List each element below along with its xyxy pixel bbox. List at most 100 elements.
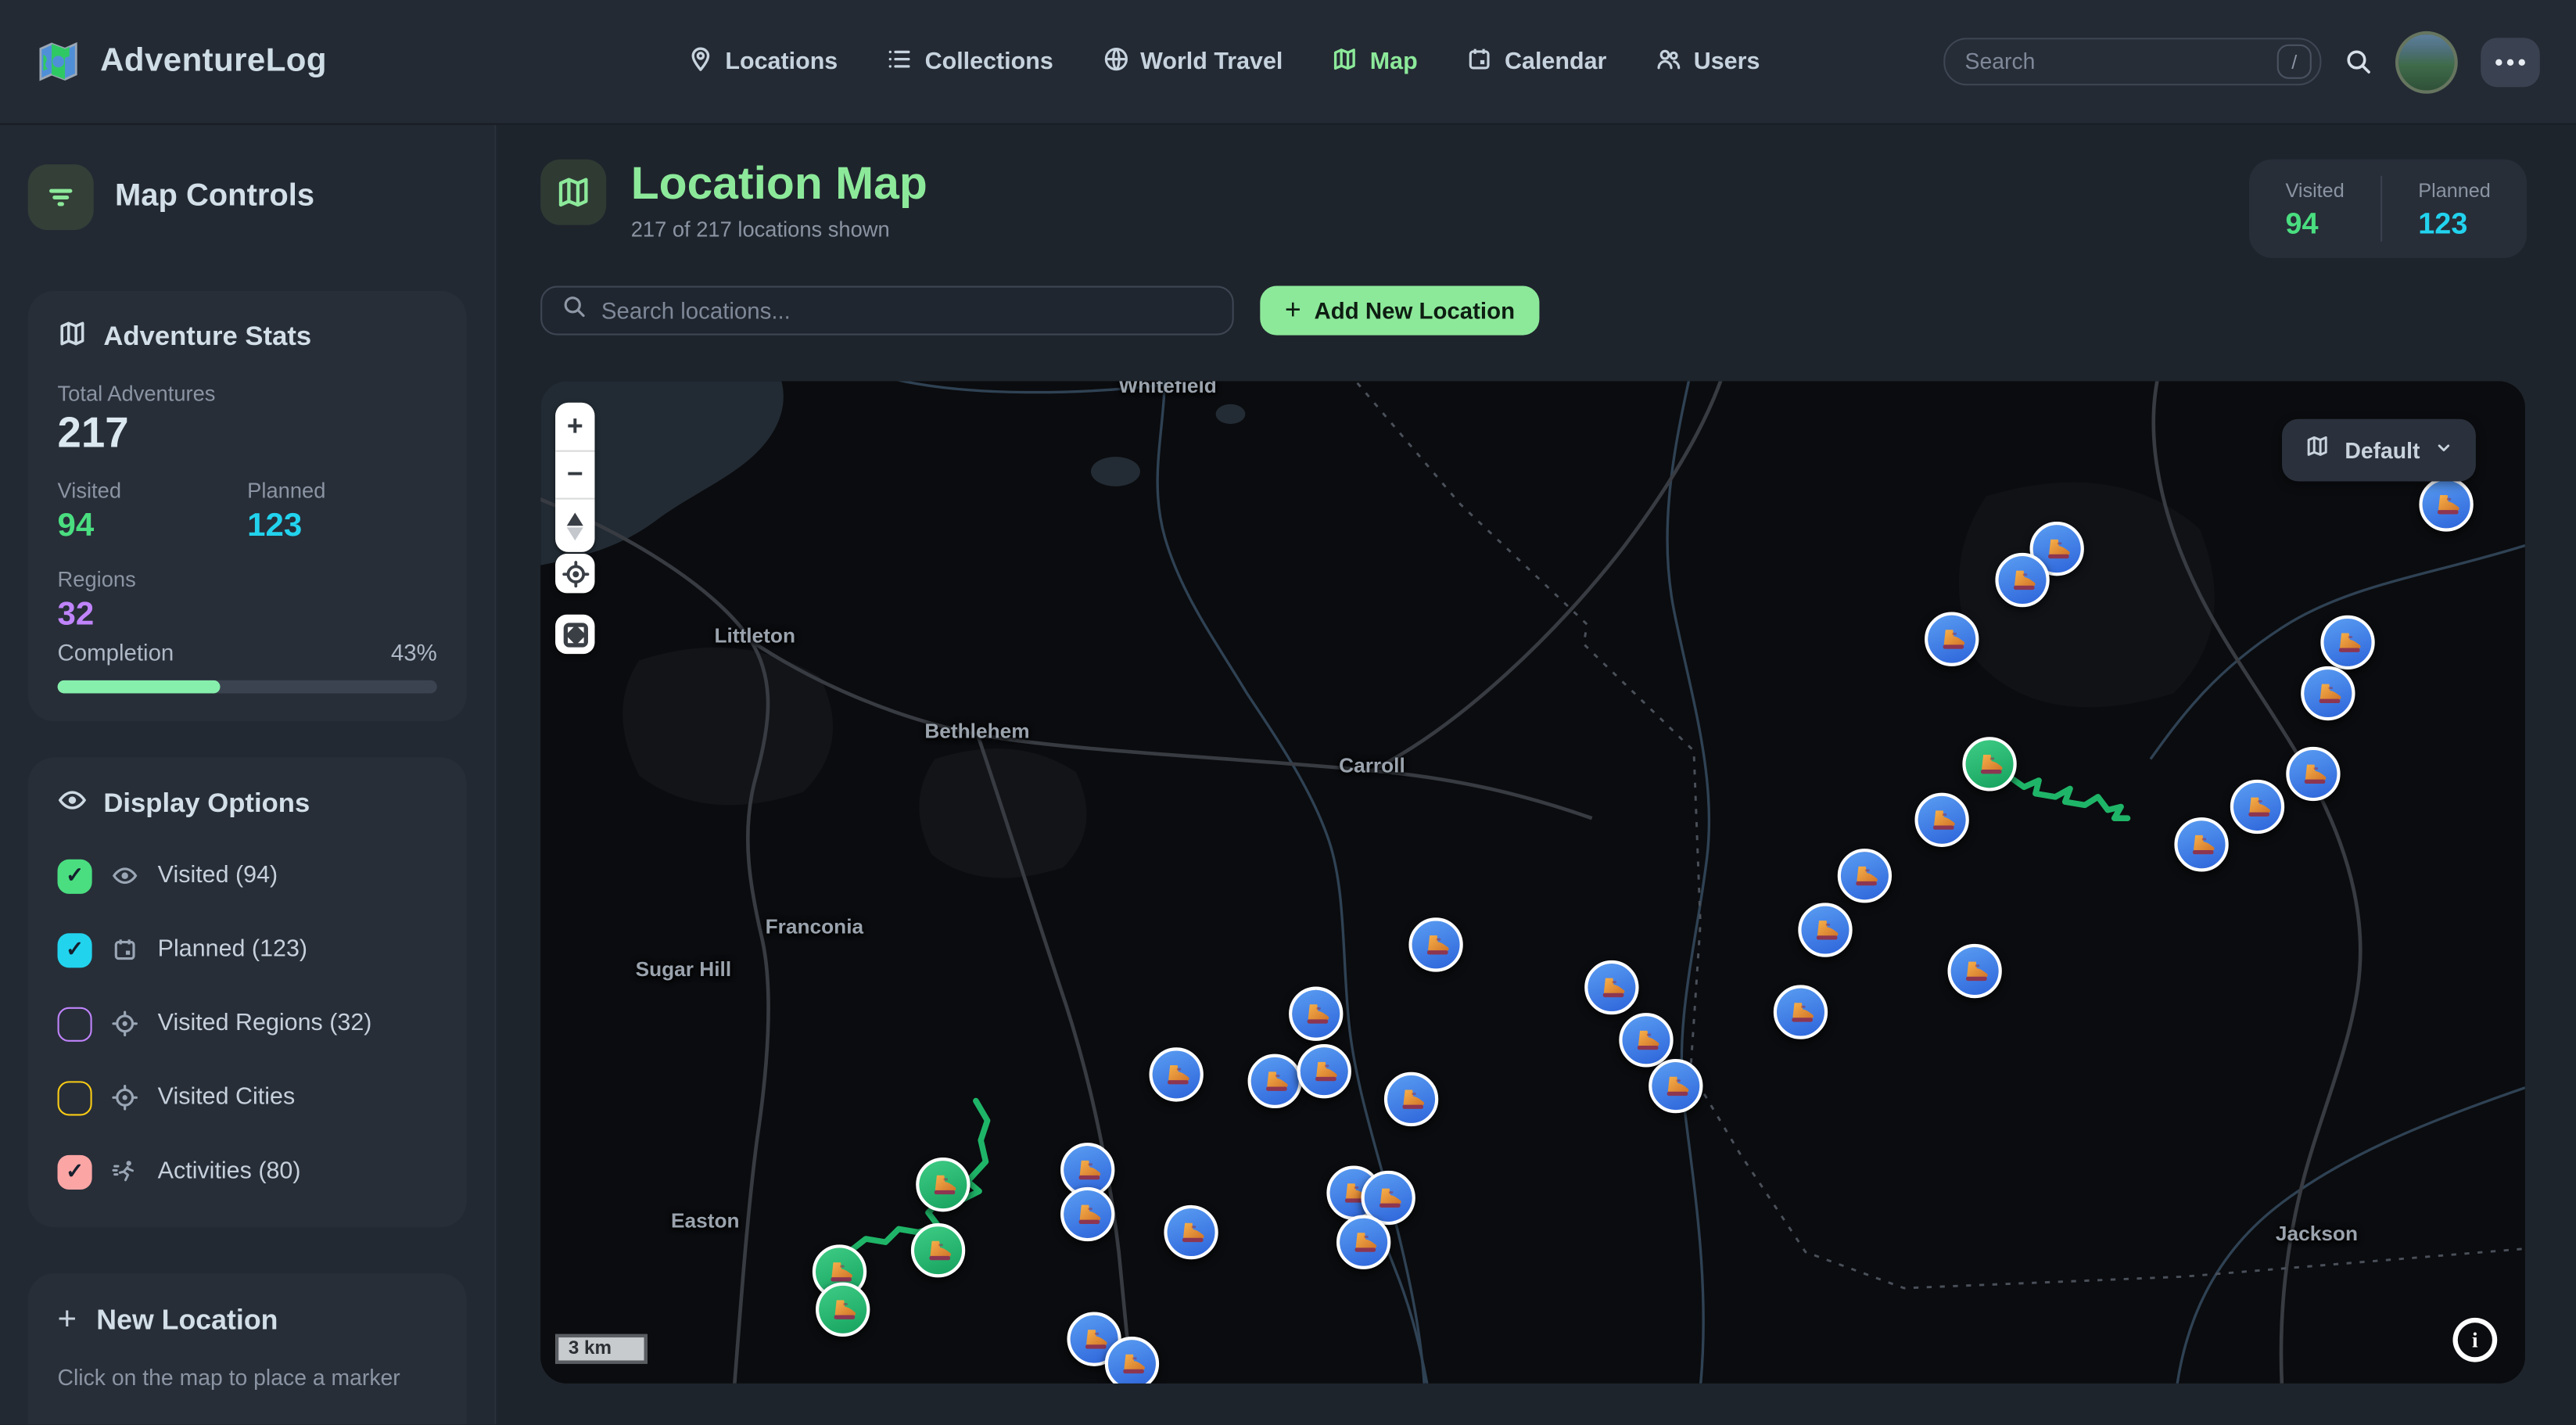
eye-icon: [112, 863, 138, 889]
map-marker-planned[interactable]: [1297, 1045, 1351, 1099]
search-placeholder: Search: [1965, 49, 2277, 74]
locate-me-button[interactable]: [555, 554, 594, 593]
map-marker-planned[interactable]: [2321, 616, 2375, 669]
map-attribution-button[interactable]: i: [2452, 1318, 2497, 1362]
option-visited-cities[interactable]: ✓ Visited Cities: [58, 1070, 437, 1125]
location-map[interactable]: WhitefieldLittletonBethlehemCarrollFranc…: [540, 381, 2525, 1383]
map-marker-planned[interactable]: [1290, 986, 1344, 1040]
fullscreen-button[interactable]: [555, 615, 594, 654]
hiking-boot-icon: [2243, 793, 2271, 821]
hiking-boot-icon: [1303, 1000, 1331, 1028]
map-marker-planned[interactable]: [1149, 1047, 1203, 1101]
map-marker-planned[interactable]: [1408, 917, 1462, 971]
map-marker-planned[interactable]: [2175, 817, 2229, 871]
map-marker-planned[interactable]: [1914, 793, 1968, 847]
map-marker-planned[interactable]: [1774, 985, 1828, 1039]
add-new-location-button[interactable]: + Add New Location: [1260, 286, 1539, 336]
nav-item-map[interactable]: Map: [1332, 45, 1417, 78]
map-marker-planned[interactable]: [2286, 747, 2340, 801]
sidebar-title: Map Controls: [115, 179, 314, 215]
locate-icon: [561, 559, 589, 587]
map-marker-planned[interactable]: [2302, 666, 2355, 720]
map-marker-planned[interactable]: [1797, 903, 1851, 957]
ellipsis-icon: [2495, 59, 2502, 65]
option-visited-regions[interactable]: ✓ Visited Regions (32): [58, 996, 437, 1051]
adventurelog-app: AdventureLog Locations Collections World…: [0, 0, 2576, 1424]
activity-icon: [112, 1158, 138, 1185]
map-marker-planned[interactable]: [1585, 960, 1639, 1014]
hiking-boot-icon: [2432, 490, 2460, 519]
brand[interactable]: AdventureLog: [36, 39, 327, 84]
chevron-down-icon: [2434, 436, 2452, 465]
top-navbar: AdventureLog Locations Collections World…: [0, 0, 2576, 125]
map-marker-planned[interactable]: [1948, 945, 2002, 999]
hiking-boot-icon: [1632, 1025, 1660, 1053]
hiking-boot-icon: [1374, 1184, 1402, 1212]
search-icon[interactable]: [2345, 48, 2373, 76]
zoom-out-button[interactable]: −: [555, 450, 594, 498]
users-icon: [1656, 45, 1682, 78]
stats-card-title: Adventure Stats: [58, 319, 437, 357]
compass-button[interactable]: [555, 498, 594, 552]
map-marker-planned[interactable]: [1164, 1205, 1218, 1259]
hiking-boot-icon: [1118, 1349, 1146, 1377]
map-marker-planned[interactable]: [1996, 552, 2050, 606]
map-marker-planned[interactable]: [2230, 780, 2284, 834]
map-marker-planned[interactable]: [1105, 1337, 1159, 1384]
map-marker-planned[interactable]: [1247, 1053, 1301, 1107]
global-search-input[interactable]: Search /: [1943, 38, 2321, 85]
map-marker-planned[interactable]: [1837, 848, 1891, 902]
map-marker-visited[interactable]: [917, 1158, 970, 1211]
new-location-hint: Click on the map to place a marker: [58, 1366, 437, 1391]
hiking-boot-icon: [1662, 1071, 1690, 1100]
map-scale-bar: 3 km: [555, 1334, 648, 1364]
search-shortcut-badge: /: [2277, 45, 2312, 79]
map-marker-planned[interactable]: [1061, 1187, 1115, 1241]
map-marker-visited[interactable]: [910, 1223, 964, 1277]
option-planned[interactable]: ✓ Planned (123): [58, 922, 437, 978]
compass-north-icon: [567, 511, 583, 525]
main-nav: Locations Collections World Travel Map C…: [687, 45, 1760, 78]
hiking-boot-icon: [1311, 1057, 1339, 1086]
map-marker-planned[interactable]: [1925, 612, 1979, 666]
filter-icon: [28, 164, 94, 230]
map-marker-visited[interactable]: [1962, 737, 2016, 791]
map-marker-planned[interactable]: [2419, 477, 2473, 531]
plus-icon: +: [58, 1301, 77, 1339]
completion-label: Completion: [58, 639, 174, 666]
map-marker-visited[interactable]: [815, 1282, 869, 1336]
map-basemap: [540, 381, 2525, 1383]
nav-item-collections[interactable]: Collections: [887, 45, 1053, 78]
display-options-card: Display Options ✓ Visited (94) ✓ Planned…: [28, 757, 467, 1227]
brand-title: AdventureLog: [100, 43, 327, 81]
user-avatar[interactable]: [2395, 31, 2458, 93]
compass-south-icon: [567, 526, 583, 540]
map-icon: [540, 160, 606, 225]
map-marker-planned[interactable]: [1337, 1215, 1391, 1269]
option-visited[interactable]: ✓ Visited (94): [58, 848, 437, 903]
target-icon: [112, 1085, 138, 1111]
hiking-boot-icon: [1810, 917, 1839, 945]
overflow-menu-button[interactable]: [2481, 37, 2540, 86]
nav-item-world-travel[interactable]: World Travel: [1103, 45, 1283, 78]
map-marker-planned[interactable]: [1649, 1059, 1702, 1113]
fullscreen-icon: [561, 620, 589, 648]
hiking-boot-icon: [1161, 1061, 1189, 1089]
info-icon: i: [2458, 1323, 2492, 1357]
completion-progress-track: [58, 680, 437, 694]
nav-item-calendar[interactable]: Calendar: [1467, 45, 1607, 78]
nav-item-users[interactable]: Users: [1656, 45, 1760, 78]
location-search-input[interactable]: Search locations...: [540, 286, 1234, 336]
page-title: Location Map: [631, 160, 927, 208]
map-marker-planned[interactable]: [1385, 1071, 1439, 1125]
hiking-boot-icon: [1787, 999, 1815, 1027]
zoom-in-button[interactable]: +: [555, 403, 594, 450]
map-marker-planned[interactable]: [1619, 1013, 1673, 1067]
hiking-boot-icon: [2315, 679, 2343, 707]
option-activities[interactable]: ✓ Activities (80): [58, 1143, 437, 1199]
globe-icon: [1103, 45, 1129, 78]
map-style-selector[interactable]: Default: [2283, 419, 2476, 482]
nav-item-locations[interactable]: Locations: [687, 45, 838, 78]
hiking-boot-icon: [1975, 750, 2004, 778]
completion-progress-fill: [58, 680, 221, 694]
